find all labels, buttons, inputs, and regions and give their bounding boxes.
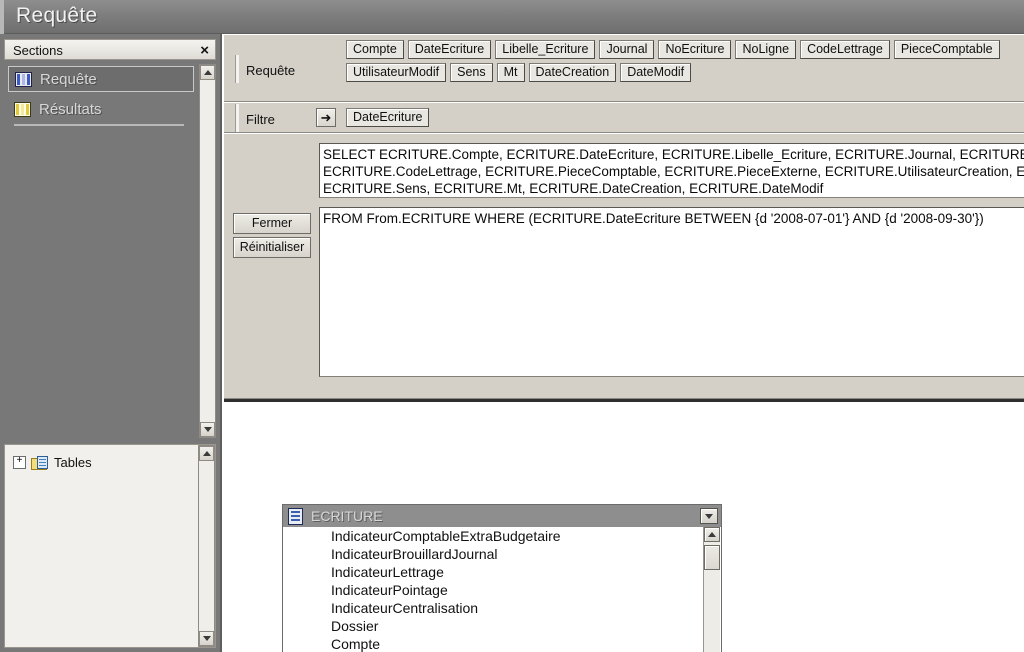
sql-band: SELECT ECRITURE.Compte, ECRITURE.DateEcr…	[224, 133, 1024, 399]
sections-header: Sections ×	[4, 39, 216, 60]
expand-plus-icon[interactable]: +	[13, 456, 26, 469]
yellow-columns-icon	[14, 101, 31, 117]
scroll-down-icon[interactable]	[200, 422, 215, 437]
reinitialiser-button[interactable]: Réinitialiser	[233, 237, 311, 258]
filter-chip[interactable]: DateEcriture	[346, 108, 430, 127]
field-chip[interactable]: DateEcriture	[407, 40, 492, 59]
field-list-scrollbar[interactable]	[703, 527, 720, 652]
chevron-down-icon[interactable]	[700, 508, 718, 524]
select-sql-textarea[interactable]: SELECT ECRITURE.Compte, ECRITURE.DateEcr…	[319, 143, 1024, 198]
list-item-label: IndicateurComptableExtraBudgetaire	[331, 528, 561, 544]
tables-tree-panel: + Tables	[4, 444, 216, 648]
sections-list: Requête Résultats	[4, 62, 216, 442]
fermer-button[interactable]: Fermer	[233, 213, 311, 234]
close-icon[interactable]: ×	[200, 41, 209, 60]
field-chip[interactable]: Mt	[496, 63, 525, 82]
filter-chip-list: DateEcriture	[346, 108, 433, 131]
scroll-up-icon[interactable]	[200, 65, 215, 80]
list-item-label: IndicateurCentralisation	[331, 600, 479, 616]
list-item[interactable]: Dossier	[283, 617, 704, 635]
field-chip[interactable]: DateCreation	[528, 63, 617, 82]
list-item[interactable]: IndicateurLettrage	[283, 563, 704, 581]
field-chip[interactable]: PieceComptable	[893, 40, 1000, 59]
list-item-label: IndicateurLettrage	[331, 564, 444, 580]
list-item[interactable]: Compte	[283, 635, 704, 652]
list-item[interactable]: IndicateurComptableExtraBudgetaire	[283, 527, 704, 545]
table-field-list[interactable]: IndicateurComptableExtraBudgetaire Indic…	[283, 527, 704, 652]
field-chip[interactable]: CodeLettrage	[800, 40, 890, 59]
list-item-label: IndicateurPointage	[331, 582, 448, 598]
field-chip[interactable]: Compte	[346, 40, 404, 59]
field-chip[interactable]: UtilisateurModif	[346, 63, 447, 82]
list-item[interactable]: IndicateurPointage	[283, 581, 704, 599]
list-item-label: IndicateurBrouillardJournal	[331, 546, 498, 562]
title-bar: Requête	[0, 0, 1024, 34]
tree-item-tables[interactable]: + Tables	[13, 455, 92, 470]
tree-item-label: Tables	[54, 455, 92, 470]
table-window-header[interactable]: ECRITURE	[283, 505, 721, 527]
list-item[interactable]: IndicateurCentralisation	[283, 599, 704, 617]
list-item[interactable]: IndicateurBrouillardJournal	[283, 545, 704, 563]
sidebar-item-resultats[interactable]: Résultats	[8, 96, 194, 122]
title-bar-left-edge	[0, 0, 4, 34]
list-item-label: Compte	[331, 636, 381, 652]
scroll-up-icon[interactable]	[704, 527, 720, 542]
field-chip[interactable]: Sens	[450, 63, 493, 82]
blue-columns-icon	[15, 71, 32, 87]
list-item-label: Dossier	[331, 618, 379, 634]
sections-title: Sections	[13, 43, 63, 58]
scroll-down-icon[interactable]	[199, 631, 214, 646]
field-chip[interactable]: NoLigne	[735, 40, 797, 59]
table-icon	[288, 507, 303, 525]
sections-scrollbar[interactable]	[199, 64, 216, 438]
sidebar-item-label: Requête	[40, 70, 97, 88]
table-window-ecriture[interactable]: ECRITURE IndicateurComptableExtraBudgeta…	[282, 504, 722, 652]
filtre-band: Filtre ➜ DateEcriture	[224, 102, 1024, 133]
field-chip[interactable]: DateModif	[620, 63, 692, 82]
from-sql-textarea[interactable]: FROM From.ECRITURE WHERE (ECRITURE.DateE…	[319, 207, 1024, 377]
scrollbar-thumb[interactable]	[704, 545, 720, 570]
table-window-title: ECRITURE	[311, 508, 383, 524]
field-chip[interactable]: Libelle_Ecriture	[495, 40, 596, 59]
field-chip[interactable]: NoEcriture	[658, 40, 732, 59]
sections-divider	[14, 124, 184, 126]
filtre-arrow-button[interactable]: ➜	[316, 108, 336, 127]
scroll-up-icon[interactable]	[199, 446, 214, 461]
tables-scrollbar[interactable]	[198, 445, 215, 647]
sections-dock-panel: Sections × Requête Résultats + Tables	[0, 34, 222, 652]
sidebar-item-requete[interactable]: Requête	[8, 66, 194, 92]
window-title: Requête	[16, 4, 98, 27]
application-window: Requête Sections × Requête Résultats + T…	[0, 0, 1024, 652]
folder-icon	[31, 455, 49, 470]
filtre-row-label: Filtre	[235, 104, 275, 132]
query-designer-area: Requête Compte DateEcriture Libelle_Ecritu…	[224, 34, 1024, 652]
requete-fields-band: Requête Compte DateEcriture Libelle_Ecritu…	[224, 34, 1024, 102]
sidebar-item-label: Résultats	[39, 100, 102, 118]
selected-fields-chip-list: Compte DateEcriture Libelle_Ecriture Journa…	[346, 40, 1024, 86]
field-chip[interactable]: Journal	[599, 40, 655, 59]
diagram-canvas: ECRITURE IndicateurComptableExtraBudgeta…	[224, 399, 1024, 652]
requete-row-label: Requête	[234, 55, 296, 83]
